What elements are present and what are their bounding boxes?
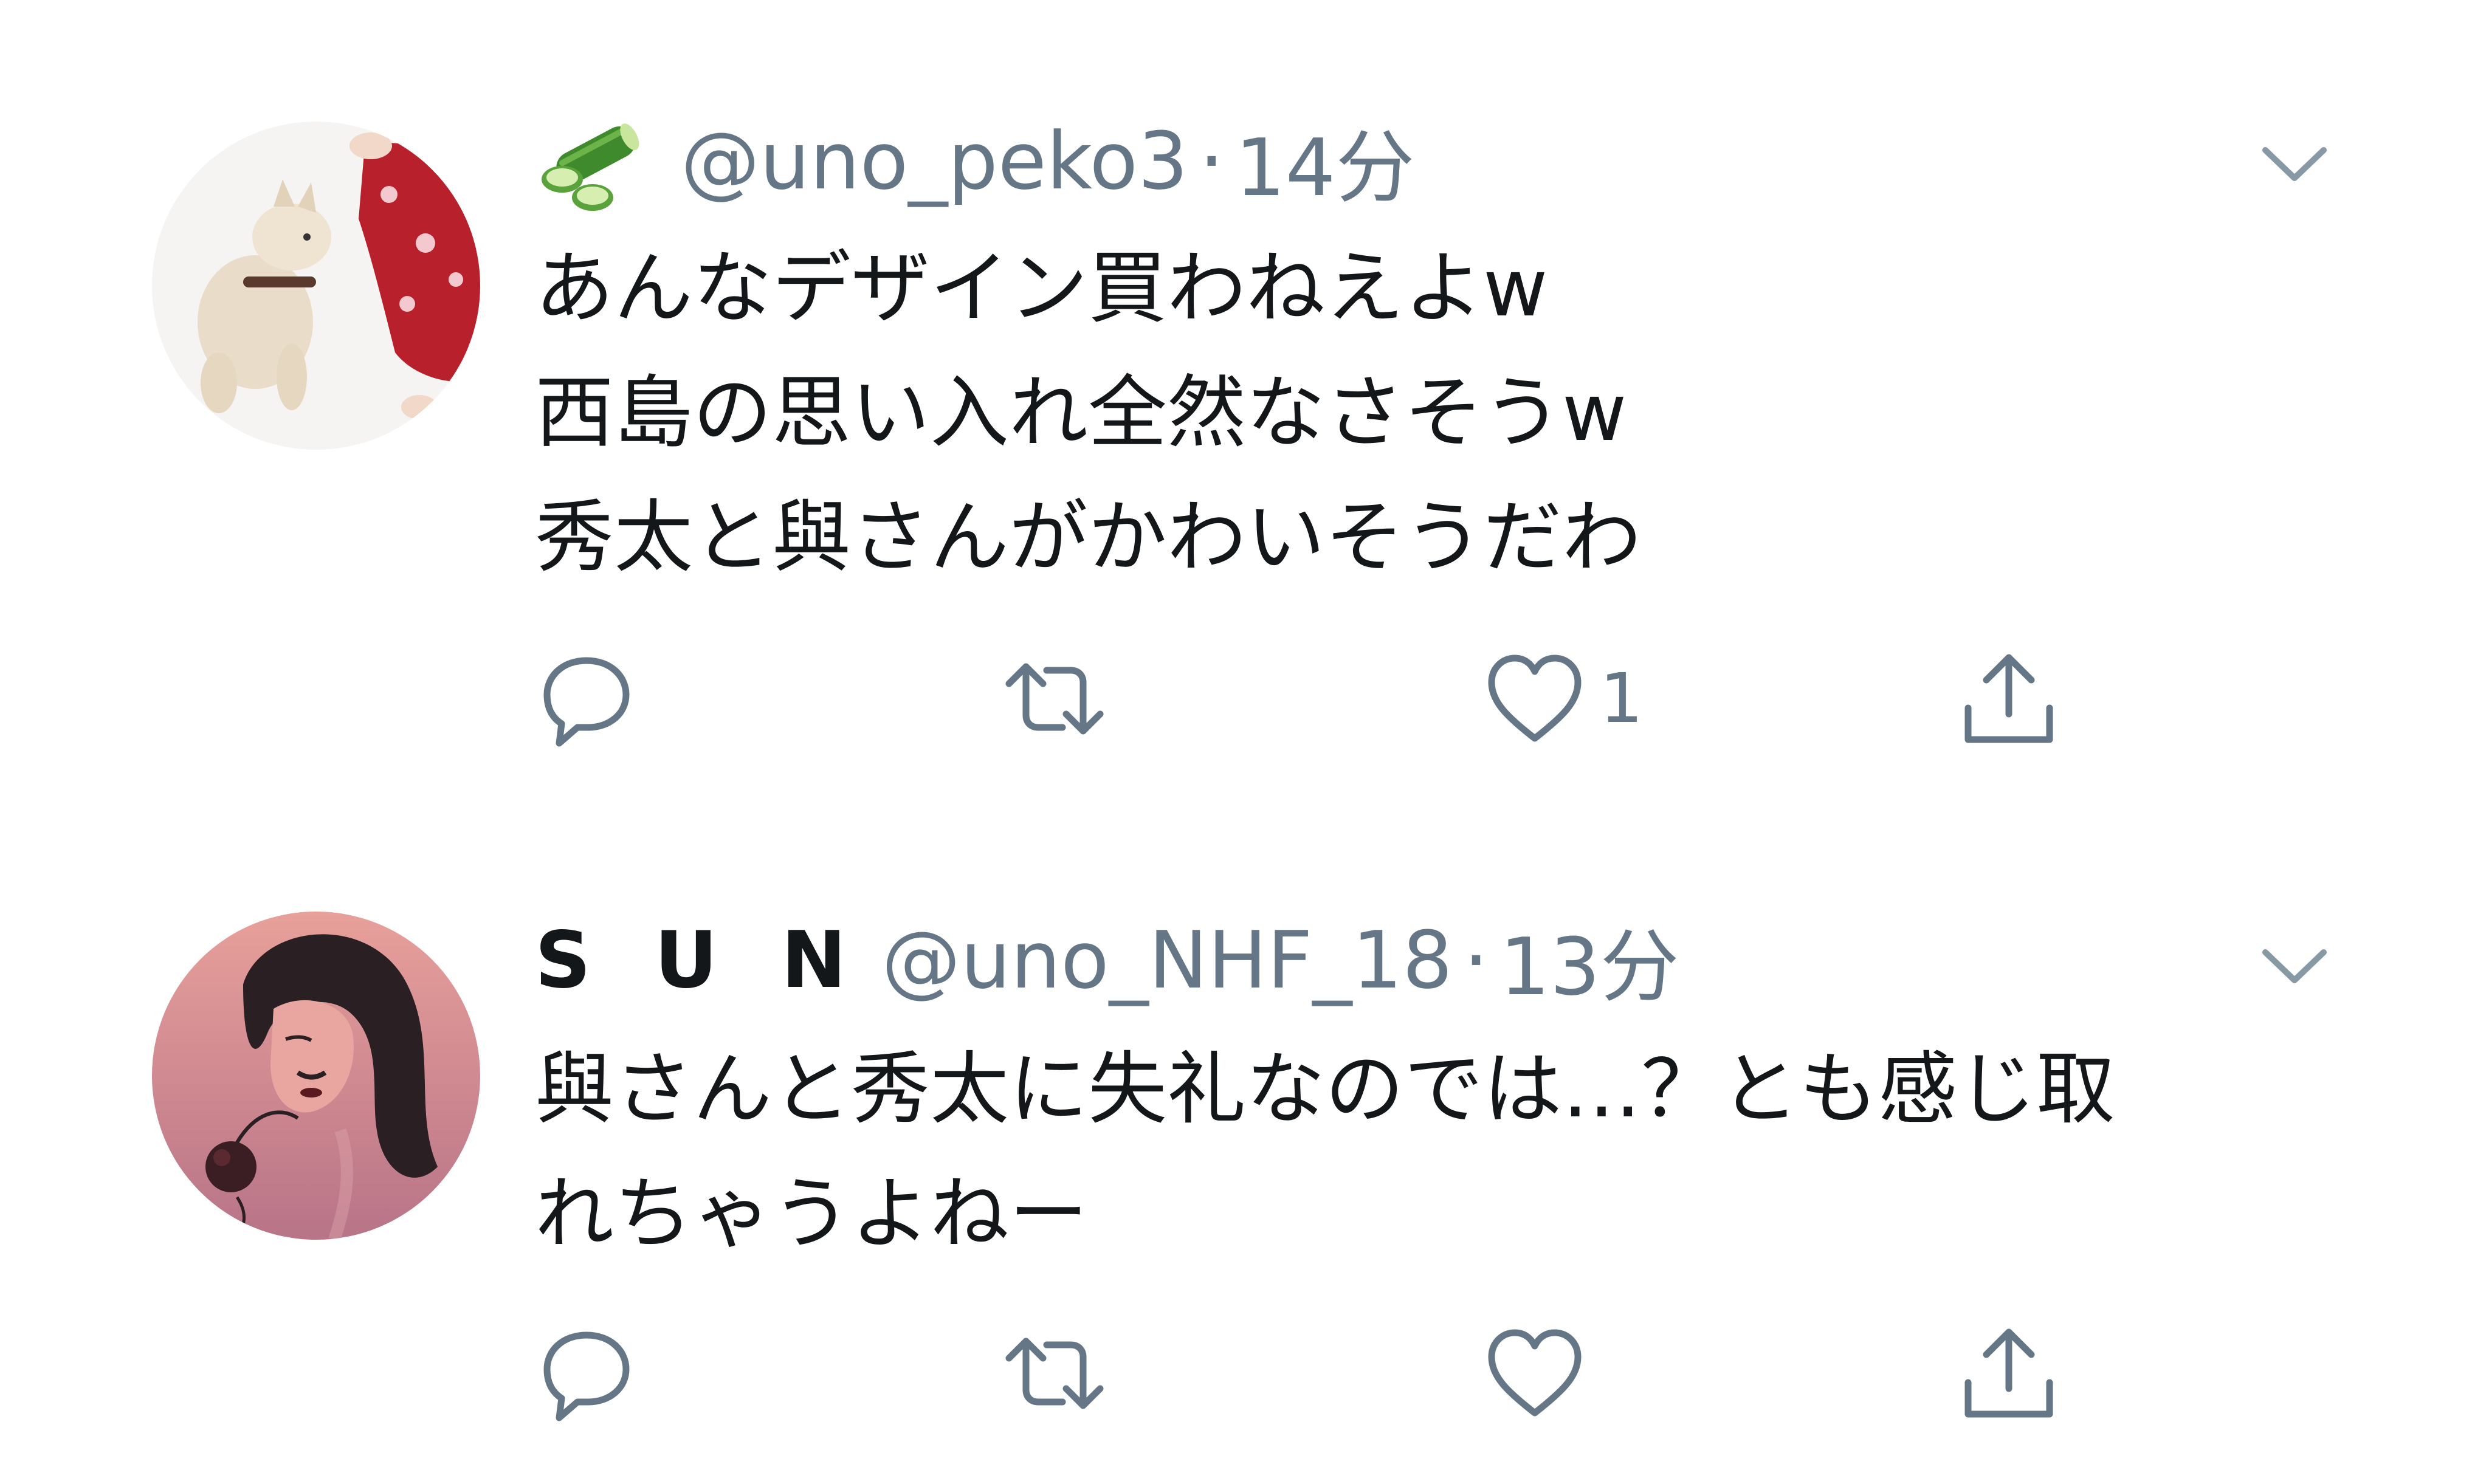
retweet-button[interactable] <box>1003 644 1106 754</box>
tweet-timeline: @uno_peko3 · 14分 あんなデザイン買わねえよw 西島の思い入れ全然… <box>0 0 2489 1484</box>
separator-dot: · <box>1463 914 1489 1006</box>
avatar-image <box>152 912 480 1240</box>
reply-icon <box>543 1331 630 1421</box>
tweet-header: @uno_peko3 · 14分 <box>535 106 1414 216</box>
tweet-handle[interactable]: @uno_peko3 <box>681 115 1188 207</box>
tweet-header: S U N @uno_NHF_18 · 13分 <box>535 905 1679 1015</box>
share-button[interactable] <box>1957 1319 2060 1428</box>
share-icon <box>1964 654 2053 743</box>
retweet-icon <box>1005 663 1104 735</box>
like-button[interactable]: 1 <box>1483 644 1643 754</box>
share-button[interactable] <box>1957 644 2060 754</box>
display-name[interactable]: S U N <box>535 915 864 1006</box>
heart-icon <box>1488 1329 1582 1417</box>
tweet-handle[interactable]: @uno_NHF_18 <box>881 914 1453 1006</box>
avatar-image <box>152 122 480 450</box>
retweet-button[interactable] <box>1003 1319 1106 1428</box>
tweet[interactable]: @uno_peko3 · 14分 あんなデザイン買わねえよw 西島の思い入れ全然… <box>0 0 2489 802</box>
chevron-down-icon[interactable] <box>2258 137 2331 191</box>
tweet-timestamp[interactable]: 14分 <box>1235 104 1414 218</box>
cucumber-icon <box>535 106 681 216</box>
reply-button[interactable] <box>535 1319 638 1428</box>
separator-dot: · <box>1199 115 1225 207</box>
tweet-text: 與さんと秀太に失礼なのでは…？とも感じ取 れちゃうよねー <box>535 1043 2116 1260</box>
tweet-text: あんなデザイン買わねえよw 西島の思い入れ全然なさそうw 秀太と與さんがかわいそ… <box>535 242 1642 583</box>
avatar[interactable] <box>152 912 480 1240</box>
like-button[interactable] <box>1483 1319 1600 1428</box>
chevron-down-icon[interactable] <box>2258 939 2331 994</box>
retweet-icon <box>1005 1338 1104 1409</box>
tweet[interactable]: S U N @uno_NHF_18 · 13分 與さんと秀太に失礼なのでは…？と… <box>0 802 2489 1484</box>
tweet-timestamp[interactable]: 13分 <box>1499 903 1679 1017</box>
tweet-actions: 1 <box>535 644 2115 754</box>
reply-icon <box>543 657 630 747</box>
avatar[interactable] <box>152 122 480 450</box>
tweet-actions <box>535 1319 2115 1428</box>
reply-button[interactable] <box>535 644 638 754</box>
like-count: 1 <box>1600 659 1644 738</box>
heart-icon <box>1488 654 1582 742</box>
share-icon <box>1964 1328 2053 1418</box>
